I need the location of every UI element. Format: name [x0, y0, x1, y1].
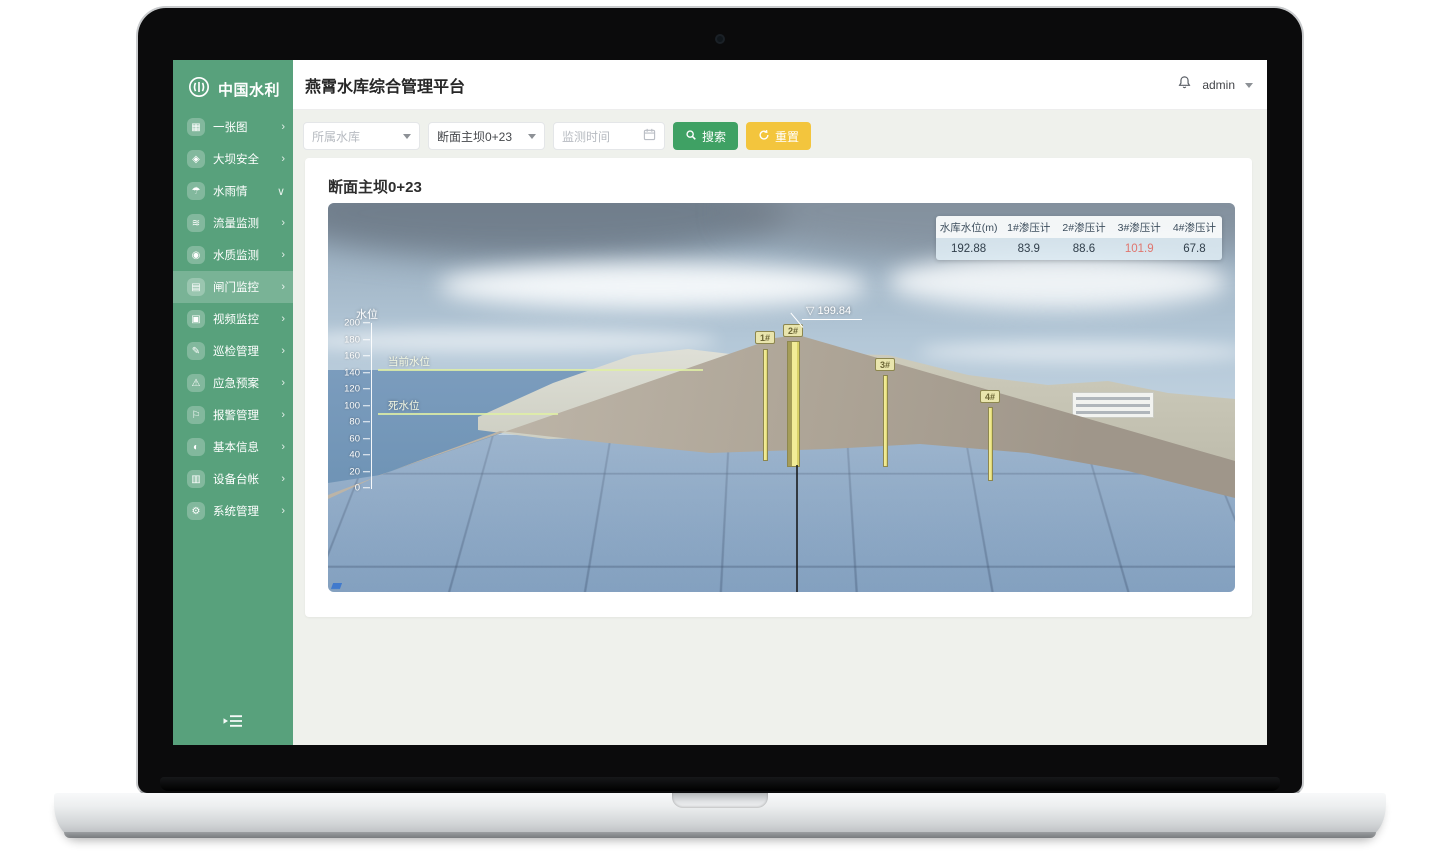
video-icon: ▣: [187, 310, 205, 328]
sidebar-item-inspection[interactable]: ✎ 巡检管理 ›: [173, 335, 293, 367]
chevron-right-icon: ›: [273, 441, 285, 453]
monitor-time-input[interactable]: 监测时间: [553, 122, 665, 150]
reservoir-select[interactable]: 所属水库: [303, 122, 420, 150]
equipment-icon: ▥: [187, 470, 205, 488]
chevron-right-icon: ›: [273, 121, 285, 133]
search-button[interactable]: 搜索: [673, 122, 738, 150]
section-title: 断面主坝0+23: [328, 176, 422, 197]
rain-icon: ☂: [187, 182, 205, 200]
sidebar-item-system-management[interactable]: ⚙ 系统管理 ›: [173, 495, 293, 527]
current-water-level-label: 当前水位: [388, 354, 430, 369]
sidebar-item-dam-safety[interactable]: ◈ 大坝安全 ›: [173, 143, 293, 175]
piezometer-tag-4[interactable]: 4#: [980, 390, 1000, 403]
gate-icon: ▤: [187, 278, 205, 296]
office-building: [1072, 392, 1154, 418]
elevation-leader-line: [802, 319, 862, 320]
main-area: 燕霄水库综合管理平台 admin 所属水库: [293, 60, 1267, 745]
dead-water-level-label: 死水位: [388, 398, 420, 413]
topbar-right: admin: [1177, 60, 1253, 110]
shield-icon: ◈: [187, 150, 205, 168]
piezometer-tube-4: [988, 407, 993, 481]
sidebar-item-equipment-ledger[interactable]: ▥ 设备台帐 ›: [173, 463, 293, 495]
chevron-right-icon: ›: [273, 505, 285, 517]
sidebar-item-water-rain[interactable]: ☂ 水雨情 ∨: [173, 175, 293, 207]
chevron-right-icon: ›: [273, 473, 285, 485]
search-icon: [685, 129, 697, 144]
reset-button[interactable]: 重置: [746, 122, 811, 150]
sidebar-nav: ▦ 一张图 › ◈ 大坝安全 › ☂ 水雨情 ∨ ≋: [173, 111, 293, 527]
sidebar-item-alarm-management[interactable]: ⚐ 报警管理 ›: [173, 399, 293, 431]
sidebar-item-emergency-plan[interactable]: ⚠ 应急预案 ›: [173, 367, 293, 399]
select-caret-icon: [403, 134, 411, 139]
piezometer-tag-3[interactable]: 3#: [875, 358, 895, 371]
calendar-icon: [643, 128, 656, 144]
inspection-icon: ✎: [187, 342, 205, 360]
flow-icon: ≋: [187, 214, 205, 232]
info-icon: ◐: [187, 438, 205, 456]
table-header-row: 水库水位(m) 1#渗压计 2#渗压计 3#渗压计 4#渗压计: [936, 216, 1222, 238]
current-water-level-line: [378, 369, 703, 371]
map-icon: ▦: [187, 118, 205, 136]
sidebar-item-one-map[interactable]: ▦ 一张图 ›: [173, 111, 293, 143]
cloud: [888, 255, 1228, 309]
laptop-screen-bezel: 中国水利 ▦ 一张图 › ◈ 大坝安全 › ☂ 水雨情: [136, 6, 1304, 795]
piezometer-readings-table: 水库水位(m) 1#渗压计 2#渗压计 3#渗压计 4#渗压计 192.88 8…: [936, 216, 1222, 260]
topbar: 燕霄水库综合管理平台 admin: [293, 60, 1267, 110]
chevron-right-icon: ›: [273, 377, 285, 389]
chevron-right-icon: ›: [273, 345, 285, 357]
cloud: [438, 263, 868, 309]
laptop-hinge: [160, 777, 1280, 791]
piezometer-tube-2: [787, 341, 800, 467]
emergency-icon: ⚠: [187, 374, 205, 392]
dead-water-level-line: [378, 413, 558, 415]
sidebar-item-gate-monitoring[interactable]: ▤ 闸门监控 ›: [173, 271, 293, 303]
select-caret-icon: [528, 134, 536, 139]
china-water-logo-icon: [188, 76, 210, 103]
filter-bar: 所属水库 断面主坝0+23 监测时间: [303, 122, 811, 150]
laptop-base: [54, 793, 1386, 838]
piezometer-tag-2[interactable]: 2#: [783, 324, 803, 337]
water-quality-icon: ◉: [187, 246, 205, 264]
laptop-lid-notch: [672, 793, 768, 808]
scale-axis: [371, 323, 372, 489]
refresh-icon: [758, 129, 770, 144]
sidebar-item-water-quality[interactable]: ◉ 水质监测 ›: [173, 239, 293, 271]
brand-name: 中国水利: [218, 79, 280, 100]
sidebar-item-video-monitoring[interactable]: ▣ 视频监控 ›: [173, 303, 293, 335]
alarm-value: 101.9: [1112, 238, 1167, 260]
elevation-annotation: ▽ 199.84: [806, 304, 851, 317]
piezometer-tube-1: [763, 349, 768, 461]
sidebar-item-basic-info[interactable]: ◐ 基本信息 ›: [173, 431, 293, 463]
page-title: 燕霄水库综合管理平台: [305, 73, 465, 97]
chevron-down-icon: ∨: [273, 185, 285, 198]
brand: 中国水利: [173, 60, 293, 115]
user-menu[interactable]: admin: [1202, 78, 1235, 92]
piezometer-tube-3: [883, 375, 888, 467]
dam-3d-viewport[interactable]: 水位 200 180 160 140 120 100 80 60 40 20: [328, 203, 1235, 592]
piezometer-tag-1[interactable]: 1#: [755, 331, 775, 344]
chevron-right-icon: ›: [273, 281, 285, 293]
sidebar-item-flow-monitoring[interactable]: ≋ 流量监测 ›: [173, 207, 293, 239]
sidebar: 中国水利 ▦ 一张图 › ◈ 大坝安全 › ☂ 水雨情: [173, 60, 293, 745]
chevron-right-icon: ›: [273, 409, 285, 421]
section-card: 断面主坝0+23: [305, 158, 1252, 617]
webcam-dot: [717, 36, 723, 42]
settings-icon: ⚙: [187, 502, 205, 520]
chevron-right-icon: ›: [273, 313, 285, 325]
chevron-right-icon: ›: [273, 249, 285, 261]
section-axis-line: [796, 465, 798, 592]
sidebar-collapse-icon[interactable]: [223, 714, 243, 733]
notification-bell-icon[interactable]: [1177, 75, 1192, 95]
content: 所属水库 断面主坝0+23 监测时间: [293, 110, 1267, 745]
alarm-icon: ⚐: [187, 406, 205, 424]
cloud: [918, 341, 1235, 363]
chevron-right-icon: ›: [273, 217, 285, 229]
table-value-row: 192.88 83.9 88.6 101.9 67.8: [936, 238, 1222, 260]
app-window: 中国水利 ▦ 一张图 › ◈ 大坝安全 › ☂ 水雨情: [173, 60, 1267, 745]
user-caret-icon[interactable]: [1245, 83, 1253, 88]
laptop-mockup: 中国水利 ▦ 一张图 › ◈ 大坝安全 › ☂ 水雨情: [0, 0, 1440, 860]
section-select[interactable]: 断面主坝0+23: [428, 122, 545, 150]
chevron-right-icon: ›: [273, 153, 285, 165]
